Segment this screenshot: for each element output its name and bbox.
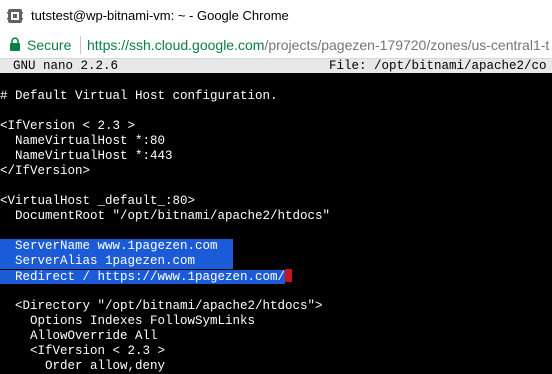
editor-line[interactable]: <IfVersion < 2.3 >	[0, 344, 165, 359]
lock-icon[interactable]	[9, 37, 21, 52]
url-text[interactable]: https://ssh.cloud.google.com/projects/pa…	[87, 37, 549, 53]
nano-file-label: File: /opt/bitnami/apache2/co	[329, 59, 547, 73]
editor-line[interactable]: AllowOverride All	[0, 329, 158, 344]
editor-line[interactable]: <IfVersion < 2.3 >	[0, 119, 135, 134]
editor-line-selected[interactable]: ServerName www.1pagezen.com	[0, 239, 233, 254]
terminal-window[interactable]: GNU nano 2.2.6 File: /opt/bitnami/apache…	[0, 59, 552, 373]
secure-label[interactable]: Secure	[27, 37, 71, 53]
window-title: tutstest@wp-bitnami-vm: ~ - Google Chrom…	[31, 8, 289, 23]
editor-line[interactable]: Order allow,deny	[0, 359, 165, 374]
url-base: https://ssh.cloud.google.com	[87, 37, 265, 53]
editor-line[interactable]: NameVirtualHost *:80	[0, 134, 165, 149]
editor-line[interactable]: <Directory "/opt/bitnami/apache2/htdocs"…	[0, 299, 323, 314]
selected-text[interactable]: Redirect / https://www.1pagezen.com/	[0, 270, 286, 284]
editor-line[interactable]: </IfVersion>	[0, 164, 90, 179]
text-cursor	[285, 269, 293, 282]
editor-line-selected-row[interactable]: Redirect / https://www.1pagezen.com/	[0, 269, 293, 284]
nano-version: GNU nano 2.2.6	[13, 59, 119, 73]
nano-header-bar: GNU nano 2.2.6 File: /opt/bitnami/apache…	[0, 59, 552, 73]
editor-line[interactable]: <VirtualHost _default_:80>	[0, 194, 195, 209]
address-divider	[80, 36, 81, 54]
editor-line[interactable]: Options Indexes FollowSymLinks	[0, 314, 255, 329]
editor-line-selected[interactable]: ServerAlias 1pagezen.com	[0, 254, 233, 269]
window-titlebar: tutstest@wp-bitnami-vm: ~ - Google Chrom…	[0, 0, 552, 32]
editor-line[interactable]: NameVirtualHost *:443	[0, 149, 173, 164]
address-bar[interactable]: Secure https://ssh.cloud.google.com/proj…	[0, 32, 552, 59]
url-path: /projects/pagezen-179720/zones/us-centra…	[264, 37, 550, 53]
editor-line[interactable]: # Default Virtual Host configuration.	[0, 89, 278, 104]
terminal-app-icon	[7, 9, 23, 23]
editor-line[interactable]: DocumentRoot "/opt/bitnami/apache2/htdoc…	[0, 209, 330, 224]
